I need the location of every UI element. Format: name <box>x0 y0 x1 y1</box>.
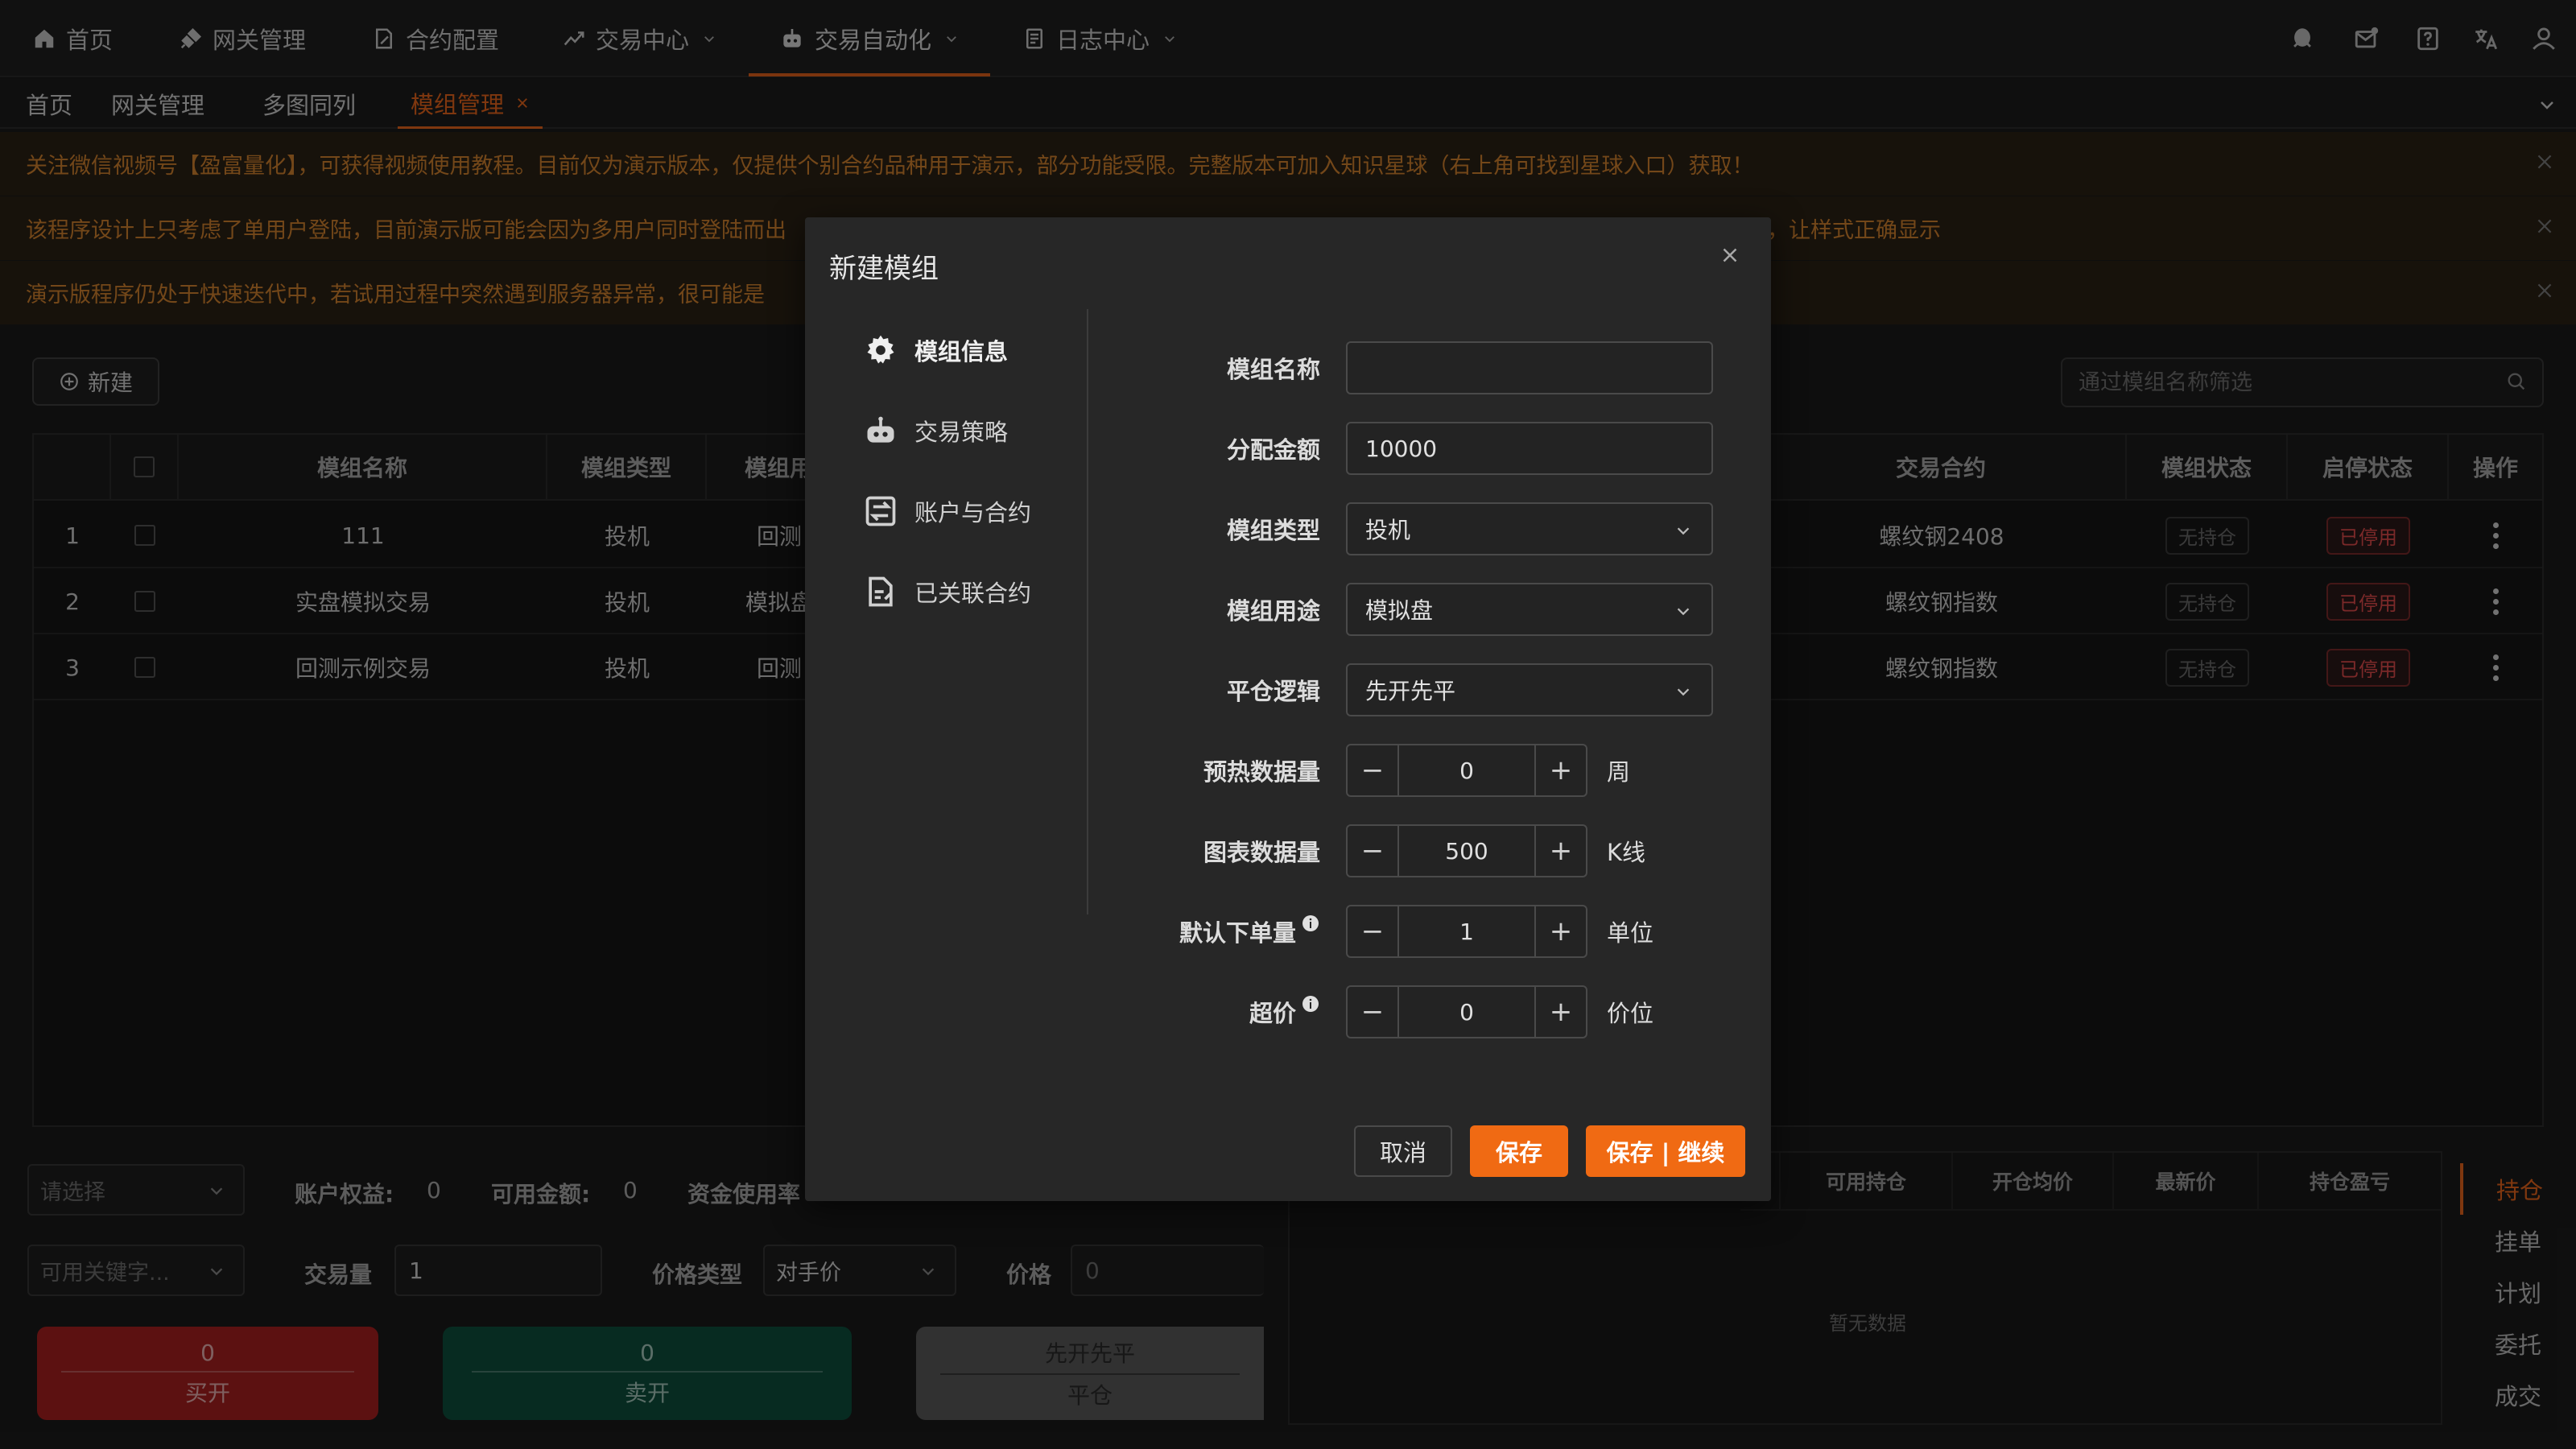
minus-icon[interactable]: − <box>1348 987 1399 1037</box>
dialog-nav-strategy[interactable]: 交易策略 <box>863 402 1008 459</box>
field-unit: 价位 <box>1607 1000 1654 1027</box>
info-icon[interactable] <box>1301 994 1320 1013</box>
module-usage-select[interactable]: 模拟盘 <box>1346 583 1713 636</box>
plus-icon[interactable]: + <box>1534 906 1586 956</box>
cancel-button[interactable]: 取消 <box>1354 1125 1452 1177</box>
select-value: 投机 <box>1365 517 1411 543</box>
field-label: 超价 <box>1249 1000 1296 1027</box>
close-icon[interactable] <box>1718 243 1742 267</box>
dialog-nav-linked[interactable]: 已关联合约 <box>863 564 1031 620</box>
field-module-usage: 模组用途 模拟盘 <box>1046 583 1771 636</box>
field-label: 模组名称 <box>1226 356 1320 383</box>
minus-icon[interactable]: − <box>1348 826 1399 876</box>
stepper-value[interactable]: 0 <box>1399 745 1534 795</box>
exchange-icon <box>863 493 898 529</box>
dialog-title: 新建模组 <box>829 253 939 285</box>
field-label: 平仓逻辑 <box>1226 678 1320 705</box>
field-module-name: 模组名称 <box>1046 341 1771 394</box>
document-link-icon <box>863 574 898 609</box>
dialog-nav-label: 交易策略 <box>914 419 1009 446</box>
field-label: 模组类型 <box>1226 517 1320 544</box>
field-warmup: 预热数据量 − 0 + 周 <box>1046 744 1771 797</box>
amount-input[interactable]: 10000 <box>1346 422 1713 475</box>
chart-size-stepper: − 500 + <box>1346 824 1587 877</box>
info-icon[interactable] <box>1301 914 1320 933</box>
plus-icon[interactable]: + <box>1534 987 1586 1037</box>
warmup-stepper: − 0 + <box>1346 744 1587 797</box>
stepper-value[interactable]: 1 <box>1399 906 1534 956</box>
field-module-type: 模组类型 投机 <box>1046 502 1771 555</box>
field-unit: 周 <box>1607 758 1631 786</box>
dialog-nav-label: 模组信息 <box>914 338 1009 365</box>
minus-icon[interactable]: − <box>1348 906 1399 956</box>
slippage-stepper: − 0 + <box>1346 985 1587 1038</box>
field-slippage: 超价 − 0 + 价位 <box>1046 985 1771 1038</box>
stepper-value[interactable]: 0 <box>1399 987 1534 1037</box>
chevron-down-icon <box>1674 602 1692 620</box>
module-type-select[interactable]: 投机 <box>1346 502 1713 555</box>
module-name-input[interactable] <box>1346 341 1713 394</box>
minus-icon[interactable]: − <box>1348 745 1399 795</box>
close-logic-select[interactable]: 先开先平 <box>1346 663 1713 716</box>
select-value: 先开先平 <box>1365 678 1456 704</box>
robot-icon <box>863 413 898 448</box>
dialog-nav-label: 账户与合约 <box>914 499 1032 526</box>
field-label: 图表数据量 <box>1203 839 1320 866</box>
save-continue-button[interactable]: 保存 | 继续 <box>1586 1125 1745 1177</box>
field-label: 预热数据量 <box>1203 758 1320 786</box>
plus-icon[interactable]: + <box>1534 745 1586 795</box>
field-label: 分配金额 <box>1226 436 1320 464</box>
field-label-wrap: 默认下单量 <box>1179 905 1320 958</box>
field-label: 模组用途 <box>1226 597 1320 625</box>
field-chart-size: 图表数据量 − 500 + K线 <box>1046 824 1771 877</box>
dialog-nav-module-info[interactable]: 模组信息 <box>863 322 1008 378</box>
field-amount: 分配金额 10000 <box>1046 422 1771 475</box>
stepper-value[interactable]: 500 <box>1399 826 1534 876</box>
select-value: 模拟盘 <box>1365 597 1434 624</box>
field-unit: 单位 <box>1607 919 1654 947</box>
default-order-stepper: − 1 + <box>1346 905 1587 958</box>
field-label: 默认下单量 <box>1179 919 1296 947</box>
dialog-nav-label: 已关联合约 <box>914 580 1032 607</box>
field-close-logic: 平仓逻辑 先开先平 <box>1046 663 1771 716</box>
field-unit: K线 <box>1607 839 1646 866</box>
field-label-wrap: 超价 <box>1249 985 1320 1038</box>
field-default-order: 默认下单量 − 1 + 单位 <box>1046 905 1771 958</box>
gear-icon <box>863 332 898 368</box>
chevron-down-icon <box>1674 522 1692 539</box>
chevron-down-icon <box>1674 683 1692 700</box>
plus-icon[interactable]: + <box>1534 826 1586 876</box>
dialog-nav-account[interactable]: 账户与合约 <box>863 483 1031 539</box>
new-module-dialog: 新建模组 模组信息 交易策略 账户与合约 已关联合约 模组名称 分配金额 100… <box>805 217 1771 1201</box>
save-button[interactable]: 保存 <box>1470 1125 1568 1177</box>
